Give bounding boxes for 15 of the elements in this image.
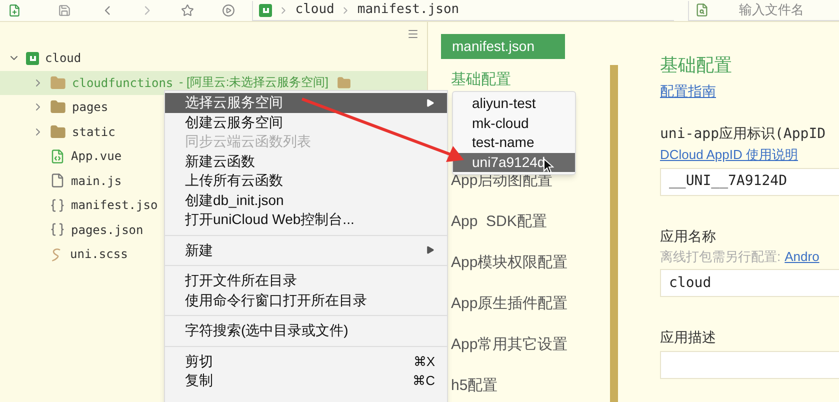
cloud-space-tag: - [阿里云:未选择云服务空间]: [179, 76, 328, 90]
field-label: 应用名称: [660, 226, 717, 246]
field-hint: 离线打包需另行配置:: [660, 248, 781, 266]
file-name: main.js: [71, 172, 122, 190]
file-name: uni.scss: [70, 246, 128, 264]
field-label: 应用描述: [660, 328, 717, 347]
file-name: manifest.jso: [71, 197, 158, 214]
file-name: cloudfunctions: [72, 74, 174, 92]
field-label: uni-app应用标识(AppID: [660, 125, 827, 144]
file-name: cloud: [45, 50, 82, 68]
section-title: 基础配置: [660, 54, 733, 77]
file-name: App.vue: [71, 148, 122, 166]
file-name: pages.json: [71, 222, 144, 239]
file-name: static: [72, 124, 116, 141]
file-name: pages: [72, 99, 108, 116]
